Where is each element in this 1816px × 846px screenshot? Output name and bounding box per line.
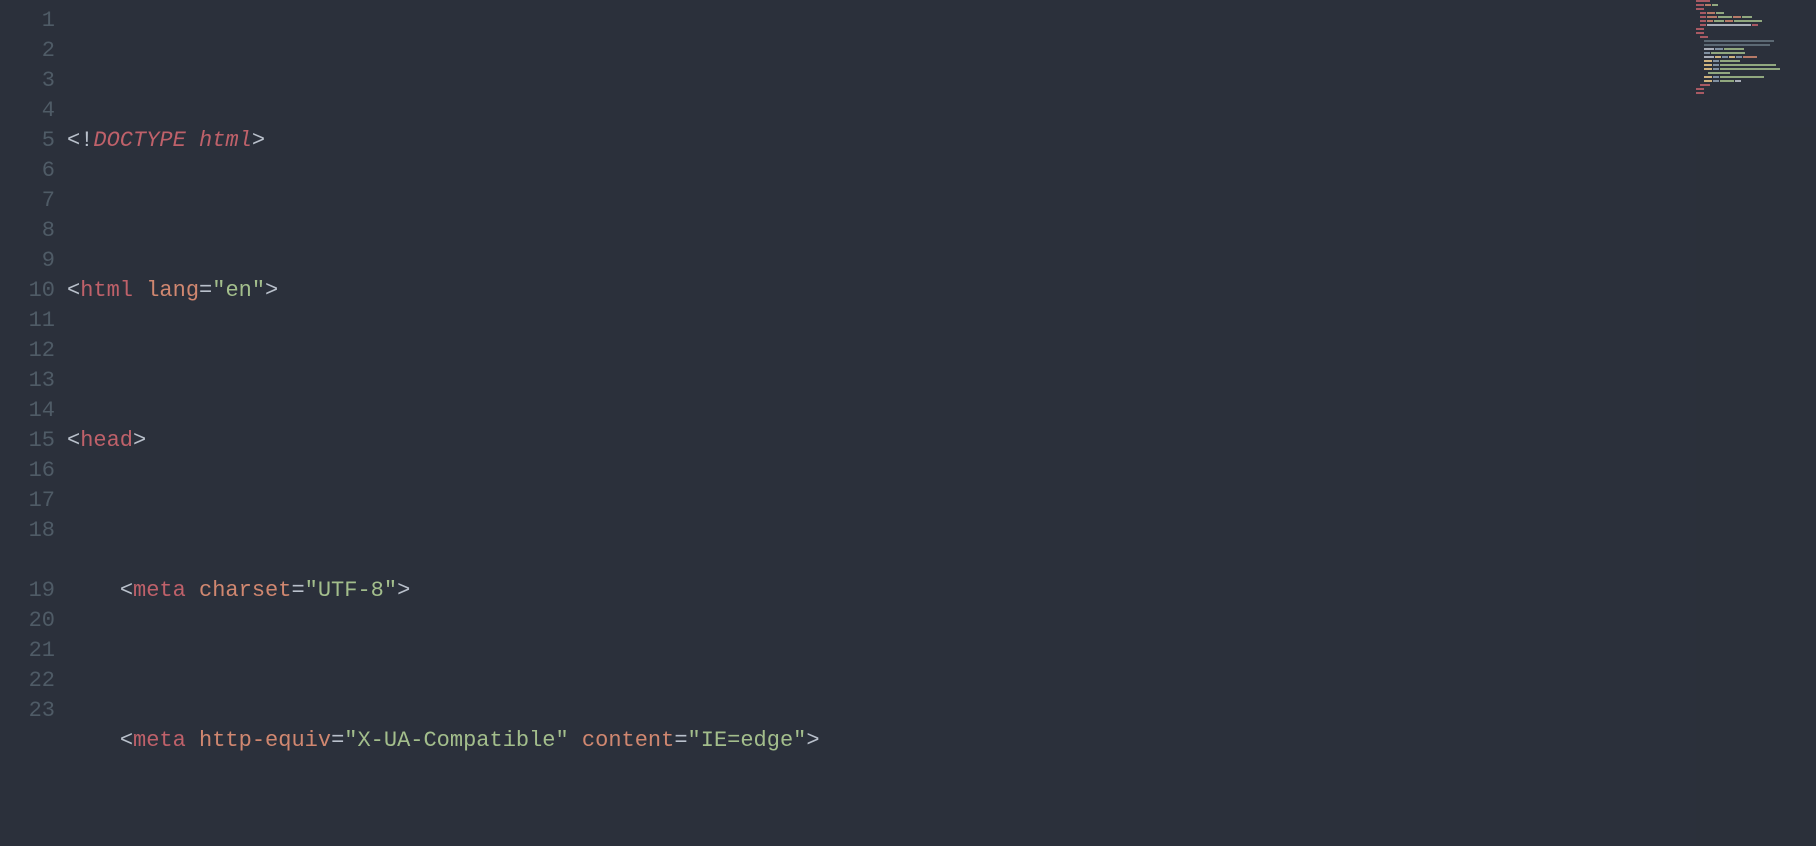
punct: < (67, 428, 80, 453)
space (133, 278, 146, 303)
punct: > (806, 728, 819, 753)
line-number: 15 (0, 426, 55, 456)
attr: charset (199, 578, 291, 603)
line-number: 1 (0, 6, 55, 36)
punct: <! (67, 128, 93, 153)
string: UTF-8 (318, 578, 384, 603)
code-editor[interactable]: 1 2 3 4 5 6 7 8 9 10 11 12 13 14 15 16 1… (0, 0, 1816, 846)
line-number: 7 (0, 186, 55, 216)
string: en (225, 278, 251, 303)
line-number: 17 (0, 486, 55, 516)
string: X-UA-Compatible (357, 728, 555, 753)
line-number: 13 (0, 366, 55, 396)
space (569, 728, 582, 753)
punct: < (67, 278, 80, 303)
space (186, 728, 199, 753)
punct: > (397, 578, 410, 603)
line-number: 9 (0, 246, 55, 276)
quote: " (556, 728, 569, 753)
code-line[interactable]: <meta http-equiv="X-UA-Compatible" conte… (67, 726, 1816, 756)
line-number: 10 (0, 276, 55, 306)
line-number: 18 (0, 516, 55, 576)
string: IE=edge (701, 728, 793, 753)
line-number: 23 (0, 696, 55, 726)
code-line[interactable]: <!DOCTYPE html> (67, 126, 1816, 156)
quote: " (793, 728, 806, 753)
code-line[interactable]: <head> (67, 426, 1816, 456)
tag: head (80, 428, 133, 453)
line-number: 8 (0, 216, 55, 246)
line-number: 12 (0, 336, 55, 366)
code-area[interactable]: <!DOCTYPE html> <html lang="en"> <head> … (67, 0, 1816, 846)
line-number: 19 (0, 576, 55, 606)
line-number: 16 (0, 456, 55, 486)
quote: " (252, 278, 265, 303)
line-number: 11 (0, 306, 55, 336)
doctype-keyword: html (199, 128, 252, 153)
attr: lang (146, 278, 199, 303)
punct: < (120, 728, 133, 753)
punct: > (133, 428, 146, 453)
punct: > (252, 128, 265, 153)
punct: < (120, 578, 133, 603)
punct: > (265, 278, 278, 303)
quote: " (688, 728, 701, 753)
tag: meta (133, 578, 186, 603)
line-number: 5 (0, 126, 55, 156)
line-number: 21 (0, 636, 55, 666)
tag: meta (133, 728, 186, 753)
line-number: 22 (0, 666, 55, 696)
line-number: 3 (0, 66, 55, 96)
space (186, 578, 199, 603)
line-number: 6 (0, 156, 55, 186)
gutter: 1 2 3 4 5 6 7 8 9 10 11 12 13 14 15 16 1… (0, 0, 67, 846)
tag: html (80, 278, 133, 303)
space (186, 128, 199, 153)
line-number: 20 (0, 606, 55, 636)
quote: " (384, 578, 397, 603)
quote: " (344, 728, 357, 753)
attr: http-equiv (199, 728, 331, 753)
code-line[interactable]: <meta charset="UTF-8"> (67, 576, 1816, 606)
attr: content (582, 728, 674, 753)
punct: = (291, 578, 304, 603)
punct: = (199, 278, 212, 303)
line-number: 4 (0, 96, 55, 126)
punct: = (331, 728, 344, 753)
doctype-keyword: DOCTYPE (93, 128, 185, 153)
quote: " (305, 578, 318, 603)
line-number: 14 (0, 396, 55, 426)
punct: = (674, 728, 687, 753)
code-line[interactable]: <html lang="en"> (67, 276, 1816, 306)
quote: " (212, 278, 225, 303)
line-number: 2 (0, 36, 55, 66)
